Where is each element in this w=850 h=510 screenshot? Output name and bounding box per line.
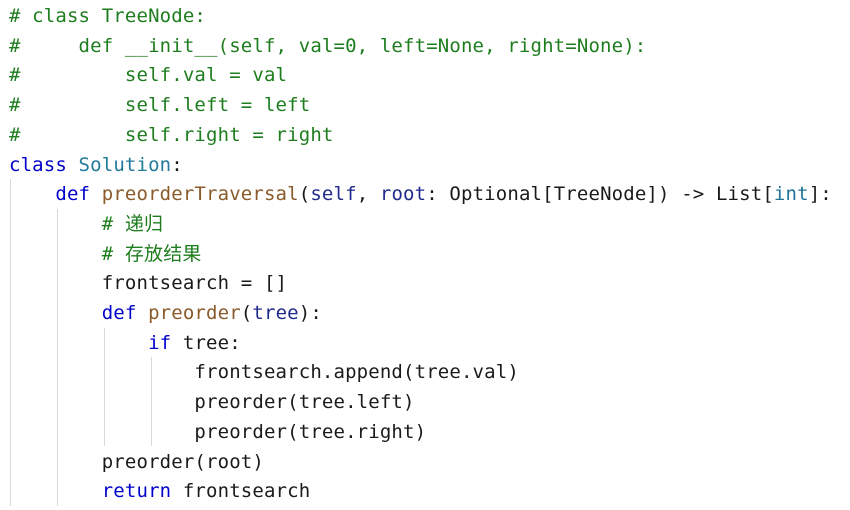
code-token-plain: ( xyxy=(298,183,311,206)
code-token-class: Solution xyxy=(78,153,172,176)
code-token-comment: # 存放结果 xyxy=(101,242,202,265)
code-line[interactable]: return frontsearch xyxy=(9,476,310,506)
code-token-comment: # self.left = left xyxy=(9,94,311,117)
code-token-plain: : Optional[TreeNode]) -> List[ xyxy=(426,183,774,206)
code-token-keyword: def xyxy=(55,183,102,206)
code-line[interactable]: # self.left = left xyxy=(9,90,310,120)
code-line[interactable]: # self.right = right xyxy=(9,120,334,150)
code-token-plain: , xyxy=(356,183,380,206)
code-token-comment: # 递归 xyxy=(101,212,164,235)
code-token-comment: # def __init__(self, val=0, left=None, r… xyxy=(9,34,647,57)
code-token-param: root xyxy=(379,183,427,206)
code-token-param: tree xyxy=(252,302,299,324)
code-line[interactable]: frontsearch.append(tree.val) xyxy=(9,357,519,387)
code-token-keyword: if xyxy=(148,331,183,354)
code-line[interactable]: if tree: xyxy=(9,328,241,358)
code-token-plain: frontsearch xyxy=(182,480,311,503)
code-line[interactable]: class Solution: xyxy=(9,150,183,180)
code-token-comment: # class TreeNode: xyxy=(9,5,207,27)
code-token-keyword: def xyxy=(101,302,149,324)
code-token-func: preorderTraversal xyxy=(101,183,299,206)
code-token-plain: ]: xyxy=(808,183,832,206)
code-line[interactable]: preorder(tree.left) xyxy=(9,387,415,417)
code-token-plain: preorder(tree.left) xyxy=(9,391,415,414)
code-line[interactable]: # self.val = val xyxy=(9,60,287,90)
code-token-plain: tree: xyxy=(182,331,241,354)
code-line[interactable]: # class TreeNode: xyxy=(9,1,206,31)
code-token-comment: # self.right = right xyxy=(9,123,334,146)
code-token-plain: ): xyxy=(298,302,322,324)
code-token-plain: ( xyxy=(240,302,253,324)
code-editor[interactable]: # class TreeNode: # def __init__(self, va… xyxy=(0,0,850,510)
code-token-plain: frontsearch.append(tree.val) xyxy=(9,361,519,384)
code-token-builtin: int xyxy=(773,183,809,206)
code-token-plain: preorder(root) xyxy=(9,450,264,473)
code-line[interactable]: frontsearch = [] xyxy=(9,268,287,298)
code-token-keyword: class xyxy=(9,153,79,176)
code-line[interactable]: # 递归 xyxy=(9,209,163,239)
code-line[interactable]: # def __init__(self, val=0, left=None, r… xyxy=(9,31,646,61)
code-token-comment: # self.val = val xyxy=(9,64,288,87)
code-line[interactable]: # 存放结果 xyxy=(9,239,202,269)
code-token-keyword: return xyxy=(101,480,183,503)
code-token-plain: frontsearch = [] xyxy=(9,272,288,295)
code-token-plain: preorder(tree.right) xyxy=(9,420,427,443)
code-line[interactable]: def preorder(tree): xyxy=(9,298,322,328)
code-token-param: self xyxy=(310,183,357,206)
code-line[interactable]: preorder(tree.right) xyxy=(9,417,426,447)
code-line[interactable]: def preorderTraversal(self, root: Option… xyxy=(9,179,832,209)
code-line[interactable]: preorder(root) xyxy=(9,447,264,477)
code-token-func: preorder xyxy=(148,302,241,324)
code-token-plain: : xyxy=(171,153,183,176)
